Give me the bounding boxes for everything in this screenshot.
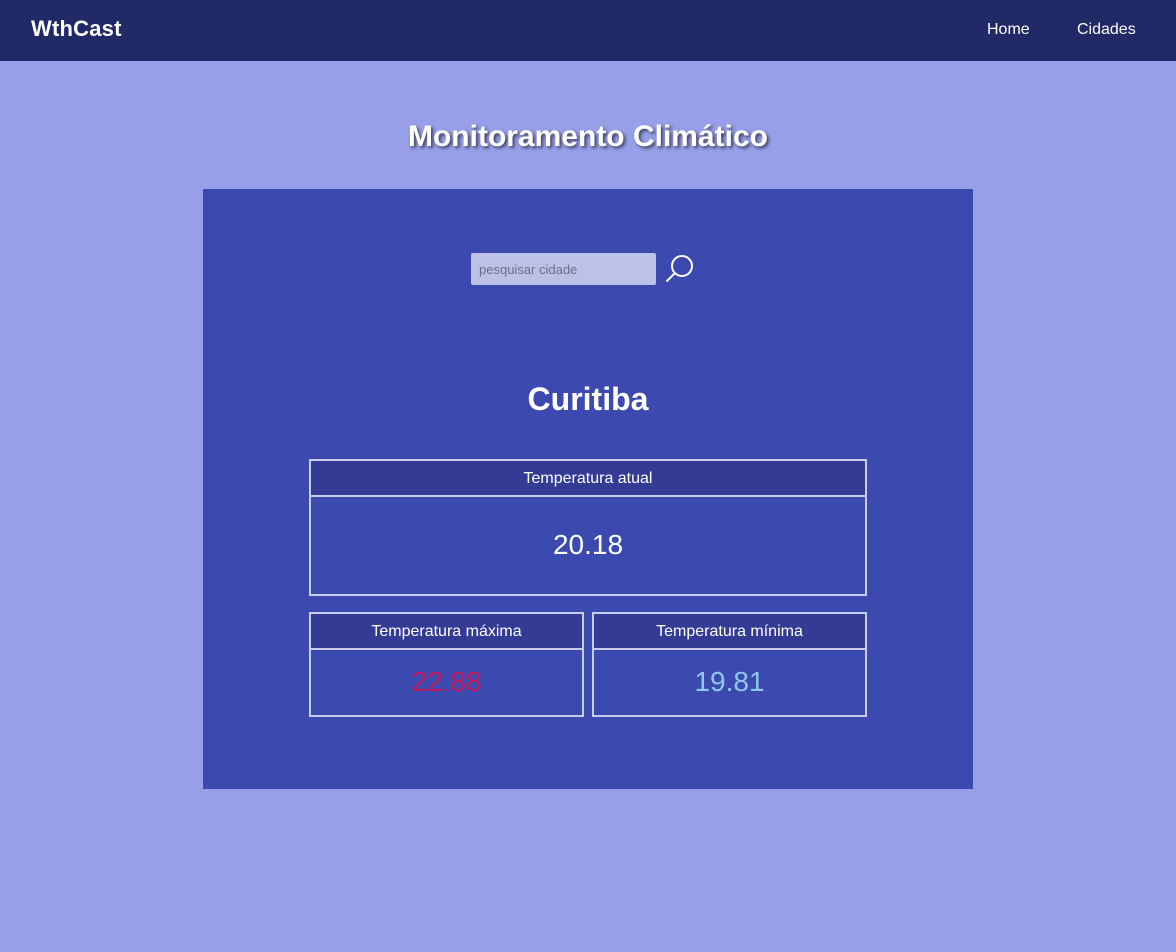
search-input[interactable] (471, 253, 656, 285)
max-temperature-card: Temperatura máxima 22.88 (309, 612, 584, 717)
max-temperature-value: 22.88 (411, 666, 482, 697)
current-temperature-label: Temperatura atual (311, 461, 865, 497)
max-temperature-label: Temperatura máxima (311, 614, 582, 650)
min-temperature-card: Temperatura mínima 19.81 (592, 612, 867, 717)
navbar: WthCast Home Cidades (0, 0, 1176, 61)
page-title: Monitoramento Climático (407, 120, 768, 153)
brand-logo[interactable]: WthCast (31, 16, 122, 42)
city-name: Curitiba (527, 381, 649, 417)
min-temperature-value: 19.81 (694, 666, 765, 697)
min-temperature-label: Temperatura mínima (594, 614, 865, 650)
weather-panel: Curitiba Temperatura atual 20.18 Tempera… (203, 189, 973, 789)
nav-link-cidades[interactable]: Cidades (1077, 21, 1136, 39)
current-temperature-card: Temperatura atual 20.18 (309, 459, 867, 596)
search-icon (666, 255, 693, 282)
nav-link-home[interactable]: Home (987, 21, 1030, 39)
current-temperature-value: 20.18 (552, 529, 624, 560)
search-button[interactable] (664, 252, 696, 286)
